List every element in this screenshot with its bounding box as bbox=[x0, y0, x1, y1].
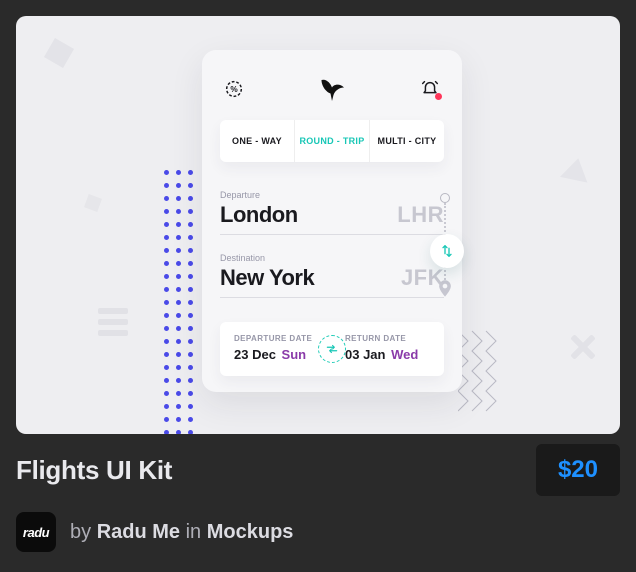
dates-section: DEPARTURE DATE 23 Dec Sun RETURN DATE 03… bbox=[220, 322, 444, 376]
departure-label: Departure bbox=[220, 190, 444, 200]
departure-city: London bbox=[220, 202, 298, 228]
departure-date-value: 23 Dec Sun bbox=[234, 347, 319, 362]
return-date-label: RETURN DATE bbox=[345, 334, 430, 343]
avatar[interactable]: radu bbox=[16, 512, 56, 552]
departure-date: 23 Dec bbox=[234, 347, 276, 362]
hummingbird-icon bbox=[317, 76, 347, 102]
brand-logo bbox=[248, 76, 416, 102]
route-section: Departure London LHR Destination New Yor… bbox=[220, 190, 444, 298]
svg-text:%: % bbox=[230, 85, 238, 94]
swap-dates-button[interactable] bbox=[318, 335, 346, 363]
deco-dot-grid bbox=[164, 170, 192, 404]
bell-icon[interactable] bbox=[416, 75, 444, 103]
deco-cross-icon bbox=[568, 332, 598, 362]
swap-vertical-icon bbox=[439, 243, 455, 259]
tab-one-way[interactable]: ONE - WAY bbox=[220, 120, 295, 162]
departure-dow: Sun bbox=[282, 347, 307, 362]
category-link[interactable]: Mockups bbox=[207, 521, 294, 543]
discount-icon[interactable]: % bbox=[220, 75, 248, 103]
byline-text: by Radu Me in Mockups bbox=[70, 521, 293, 544]
departure-code: LHR bbox=[397, 202, 444, 228]
author-link[interactable]: Radu Me bbox=[97, 521, 180, 543]
deco-square bbox=[84, 194, 102, 212]
return-dow: Wed bbox=[391, 347, 418, 362]
notification-dot bbox=[435, 93, 442, 100]
return-date: 03 Jan bbox=[345, 347, 385, 362]
departure-date-label: DEPARTURE DATE bbox=[234, 334, 319, 343]
phone-mock: % ONE - WAY ROUND - TRIP MULTI - CITY bbox=[202, 50, 462, 392]
in-label: in bbox=[186, 521, 202, 543]
return-date-value: 03 Jan Wed bbox=[345, 347, 430, 362]
departure-field[interactable]: Departure London LHR bbox=[220, 190, 444, 235]
topbar: % bbox=[220, 72, 444, 106]
tab-round-trip[interactable]: ROUND - TRIP bbox=[295, 120, 370, 162]
destination-code: JFK bbox=[401, 265, 444, 291]
destination-city: New York bbox=[220, 265, 314, 291]
trip-type-tabs: ONE - WAY ROUND - TRIP MULTI - CITY bbox=[220, 120, 444, 162]
deco-zigzag-icon bbox=[458, 326, 518, 416]
byline: radu by Radu Me in Mockups bbox=[16, 512, 620, 552]
product-footer: Flights UI Kit $20 radu by Radu Me in Mo… bbox=[16, 444, 620, 552]
swap-horizontal-icon bbox=[325, 342, 339, 356]
deco-menu-icon bbox=[98, 308, 128, 341]
departure-date-field[interactable]: DEPARTURE DATE 23 Dec Sun bbox=[234, 334, 319, 362]
price-pill[interactable]: $20 bbox=[536, 444, 620, 496]
deco-triangle bbox=[560, 155, 592, 182]
deco-square bbox=[44, 38, 74, 68]
preview-card[interactable]: % ONE - WAY ROUND - TRIP MULTI - CITY bbox=[16, 16, 620, 434]
destination-field[interactable]: Destination New York JFK bbox=[220, 253, 444, 298]
destination-label: Destination bbox=[220, 253, 444, 263]
by-label: by bbox=[70, 521, 91, 543]
swap-route-button[interactable] bbox=[430, 234, 464, 268]
tab-multi-city[interactable]: MULTI - CITY bbox=[370, 120, 444, 162]
product-title[interactable]: Flights UI Kit bbox=[16, 455, 172, 486]
